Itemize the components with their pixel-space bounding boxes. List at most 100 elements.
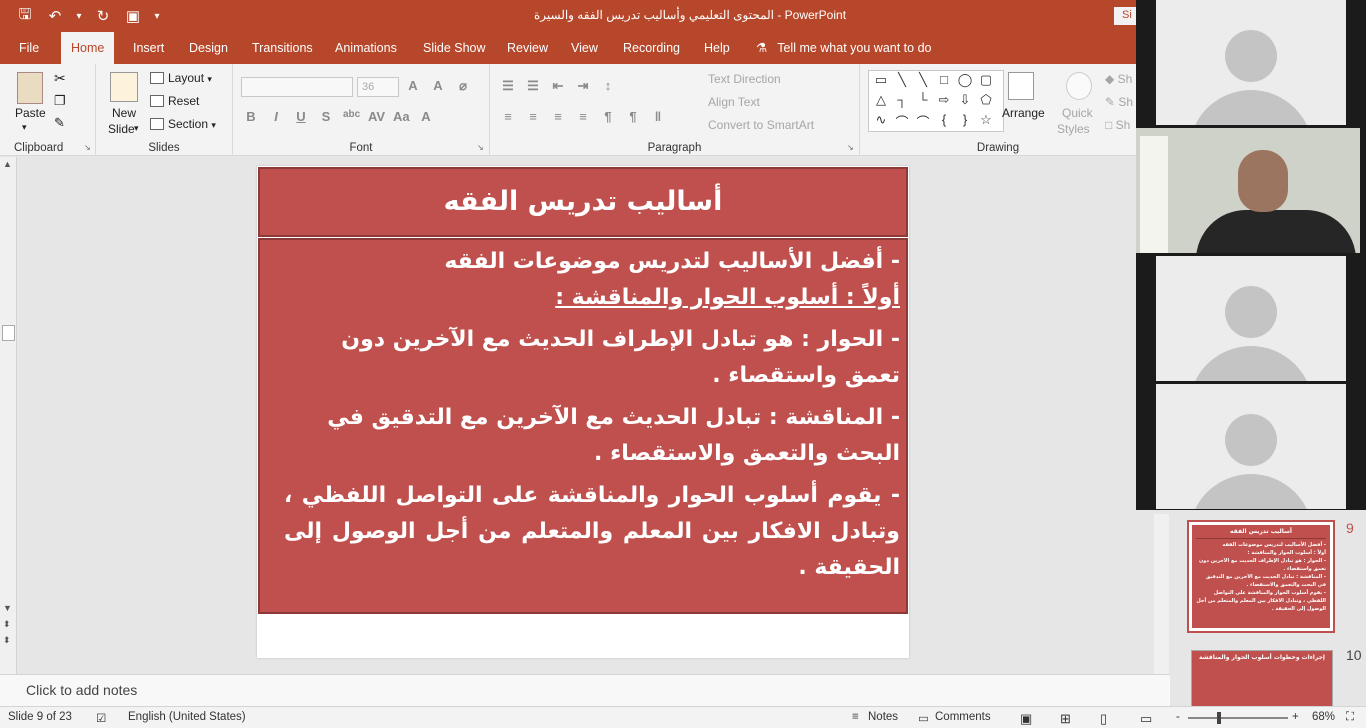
tab-view[interactable]: View	[561, 32, 608, 64]
start-slideshow-icon[interactable]: ▣	[122, 6, 144, 26]
scroll-up-icon[interactable]: ▲	[3, 159, 12, 169]
line-shape-icon[interactable]: ╲	[892, 72, 912, 92]
font-size-combobox[interactable]: 36	[357, 77, 399, 97]
paste-icon[interactable]	[17, 72, 43, 104]
tab-file[interactable]: File	[9, 32, 49, 64]
reset-button[interactable]: Reset	[150, 94, 199, 108]
zoom-out-button[interactable]: -	[1176, 711, 1180, 723]
rtl-icon[interactable]: ¶	[625, 109, 641, 124]
tab-home[interactable]: Home	[61, 32, 115, 65]
save-icon[interactable]: 🖫	[14, 6, 36, 26]
new-slide-button-line2[interactable]: Slide	[108, 122, 135, 136]
tab-transitions[interactable]: Transitions	[242, 32, 323, 64]
tab-slide-show[interactable]: Slide Show	[413, 32, 496, 64]
participant-tile[interactable]	[1156, 256, 1346, 381]
pentagon-shape-icon[interactable]: ⬠	[976, 92, 996, 112]
slide-thumbnail[interactable]: إجراءات وخطوات أسلوب الحوار والمناقشة	[1191, 650, 1333, 708]
shadow-icon[interactable]: S	[318, 109, 334, 124]
scroll-down-icon[interactable]: ▼	[3, 603, 12, 613]
notes-pane[interactable]: Click to add notes	[0, 674, 1170, 706]
tell-me-search[interactable]: ⚗ Tell me what you want to do	[756, 32, 931, 64]
quick-styles-button-line2[interactable]: Styles	[1057, 122, 1090, 136]
clipboard-launcher-icon[interactable]: ↘	[84, 143, 91, 152]
section-button[interactable]: Section ▾	[150, 117, 216, 131]
participant-tile[interactable]	[1156, 384, 1346, 509]
current-slide[interactable]: أساليب تدريس الفقه - أفضل الأساليب لتدري…	[257, 166, 909, 658]
previous-slide-icon[interactable]: ⬍	[3, 619, 11, 630]
normal-view-icon[interactable]: ▣	[1020, 711, 1032, 727]
participant-camera-tile[interactable]	[1136, 128, 1360, 253]
increase-font-size-icon[interactable]: A	[405, 78, 421, 94]
shape-fill-button[interactable]: ◆ Sh	[1105, 72, 1132, 86]
arrange-button[interactable]: Arrange	[1002, 106, 1045, 120]
elbow-connector-icon[interactable]: ┐	[892, 92, 912, 112]
change-case-icon[interactable]: Aa	[393, 109, 410, 124]
paste-dropdown-icon[interactable]: ▾	[22, 122, 27, 133]
left-thumbnail-scrollbar[interactable]: ▲ ▼ ⬍ ⬍	[0, 157, 17, 674]
spellcheck-icon[interactable]: ☑	[96, 711, 106, 725]
copy-icon[interactable]: ❐	[54, 93, 66, 109]
reading-view-icon[interactable]: ▯	[1100, 711, 1107, 727]
shapes-gallery[interactable]: ▭ ╲ ╲ □ ◯ ▢ △ ┐ └ ⇨ ⇩ ⬠ ∿ ⌒ ⌒{} ☆	[868, 70, 1004, 132]
notes-icon[interactable]: ≡	[852, 711, 859, 723]
brace-right-icon[interactable]: }	[955, 112, 975, 132]
font-launcher-icon[interactable]: ↘	[477, 143, 484, 152]
character-spacing-icon[interactable]: AV	[368, 109, 385, 124]
new-slide-icon[interactable]	[110, 72, 138, 102]
clear-formatting-icon[interactable]: ⌀	[455, 78, 471, 94]
justify-icon[interactable]: ≡	[575, 109, 591, 124]
undo-icon[interactable]: ↶	[44, 6, 66, 26]
tab-insert[interactable]: Insert	[123, 32, 174, 64]
bullets-icon[interactable]: ☰	[500, 78, 516, 94]
tab-help[interactable]: Help	[694, 32, 740, 64]
strikethrough-icon[interactable]: abc	[343, 109, 360, 124]
align-text-button[interactable]: Align Text	[708, 95, 760, 109]
comments-icon[interactable]: ▭	[918, 711, 929, 725]
text-direction-button[interactable]: Text Direction	[708, 72, 781, 86]
zoom-level[interactable]: 68%	[1312, 711, 1335, 723]
rounded-rect-shape-icon[interactable]: ▢	[976, 72, 996, 92]
zoom-slider[interactable]	[1188, 717, 1288, 719]
italic-icon[interactable]: I	[268, 109, 284, 124]
scroll-thumb[interactable]	[2, 325, 15, 341]
tab-animations[interactable]: Animations	[325, 32, 407, 64]
font-name-combobox[interactable]	[241, 77, 353, 97]
down-arrow-shape-icon[interactable]: ⇩	[955, 92, 975, 112]
tab-design[interactable]: Design	[179, 32, 238, 64]
tab-recording[interactable]: Recording	[613, 32, 690, 64]
font-color-icon[interactable]: A	[418, 109, 434, 124]
paste-button[interactable]: Paste	[15, 106, 46, 120]
slide-thumbnail-selected[interactable]: أساليب تدريس الفقه - أفضل الأساليب لتدري…	[1187, 520, 1335, 633]
line-shape-icon[interactable]: ╲	[913, 72, 933, 92]
rectangle-shape-icon[interactable]: □	[934, 72, 954, 92]
zoom-in-button[interactable]: +	[1292, 711, 1299, 723]
next-slide-icon[interactable]: ⬍	[3, 635, 11, 646]
numbering-icon[interactable]: ☰	[525, 78, 541, 94]
align-center-icon[interactable]: ≡	[525, 109, 541, 124]
paragraph-launcher-icon[interactable]: ↘	[847, 143, 854, 152]
align-right-icon[interactable]: ≡	[550, 109, 566, 124]
notes-placeholder[interactable]: Click to add notes	[26, 682, 137, 698]
zoom-slider-thumb[interactable]	[1217, 712, 1221, 724]
convert-smartart-button[interactable]: Convert to SmartArt	[708, 118, 814, 132]
new-slide-dropdown-icon[interactable]: ▾	[134, 123, 139, 134]
cut-icon[interactable]: ✂	[54, 70, 66, 87]
slideshow-view-icon[interactable]: ▭	[1140, 711, 1152, 727]
curve-shape-icon[interactable]: ∿	[871, 112, 891, 132]
slide-body[interactable]: - أفضل الأساليب لتدريس موضوعات الفقه أول…	[258, 238, 908, 614]
line-spacing-icon[interactable]: ↕	[600, 78, 616, 94]
underline-icon[interactable]: U	[293, 109, 309, 124]
tab-review[interactable]: Review	[497, 32, 558, 64]
elbow-connector-icon[interactable]: └	[913, 92, 933, 112]
columns-icon[interactable]: ‖	[650, 109, 666, 124]
quick-styles-button[interactable]: Quick	[1062, 106, 1093, 120]
shape-effects-button[interactable]: □ Sh	[1105, 118, 1130, 132]
shape-outline-button[interactable]: ✎ Sh	[1105, 95, 1133, 109]
undo-dropdown-icon[interactable]: ▾	[74, 6, 84, 26]
comments-button[interactable]: Comments	[935, 711, 991, 723]
right-arrow-shape-icon[interactable]: ⇨	[934, 92, 954, 112]
arc-shape-icon[interactable]: ⌒	[892, 112, 912, 132]
slide-title[interactable]: أساليب تدريس الفقه	[258, 167, 908, 237]
oval-shape-icon[interactable]: ◯	[955, 72, 975, 92]
layout-button[interactable]: Layout ▾	[150, 71, 212, 85]
